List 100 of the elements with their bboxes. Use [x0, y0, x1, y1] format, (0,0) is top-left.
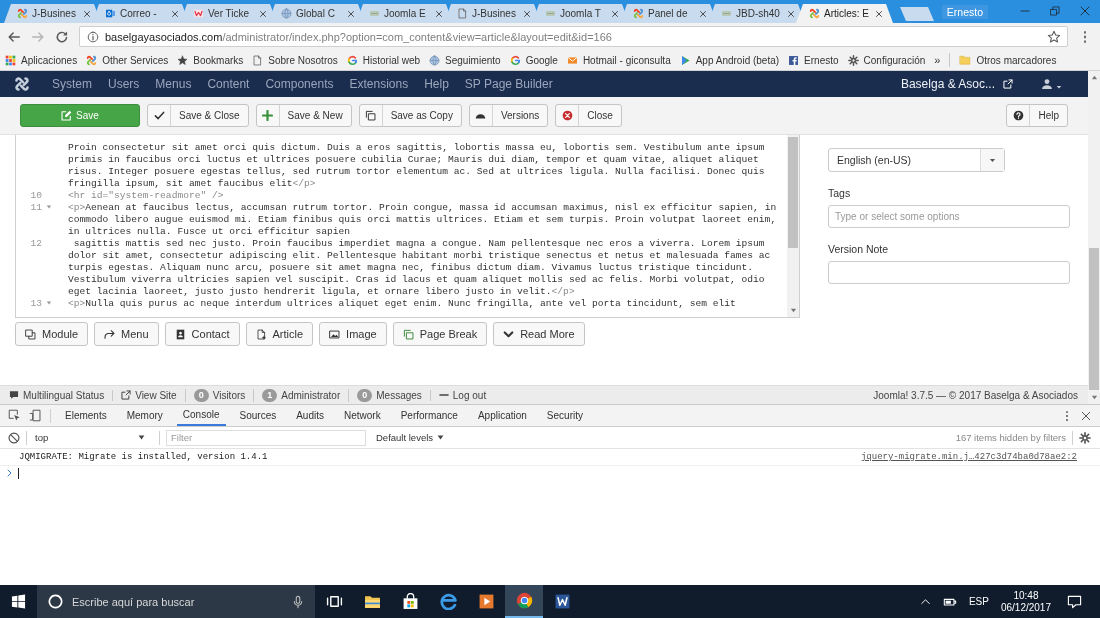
scrollbar-thumb[interactable] — [1089, 248, 1099, 390]
close-icon[interactable] — [875, 9, 883, 18]
toolbar-button[interactable]: Versions — [468, 104, 549, 127]
devtools-tab[interactable]: Memory — [120, 405, 169, 426]
info-icon[interactable] — [87, 30, 99, 43]
fold-arrow-icon[interactable] — [46, 300, 52, 306]
version-note-input[interactable] — [828, 261, 1070, 284]
scrollbar-thumb[interactable] — [788, 137, 798, 248]
address-bar[interactable]: baselgayasociados.com/administrator/index.php?option=com_content&view=article&layout=edit&id=166 — [79, 26, 1068, 47]
bookmark[interactable]: Sobre Nosotros — [252, 54, 338, 66]
back-arrow-icon[interactable] — [7, 29, 21, 44]
bookmark[interactable]: Ernesto — [788, 54, 839, 66]
menu-item[interactable]: SP Page Builder — [464, 77, 553, 91]
menu-item[interactable]: Components — [265, 77, 334, 91]
status-link[interactable]: Log out — [429, 389, 495, 401]
fold-arrow-icon[interactable] — [46, 204, 52, 210]
bookmark[interactable]: Google — [509, 54, 558, 66]
devtools-tab[interactable]: Sources — [233, 405, 283, 426]
bookmark[interactable]: Bookmarks — [177, 54, 244, 66]
scrollbar[interactable] — [787, 135, 799, 317]
editor-button[interactable]: Page Break — [392, 322, 488, 346]
devtools-tab[interactable]: Application — [471, 405, 533, 426]
device-toolbar-icon[interactable] — [29, 409, 42, 422]
help-button[interactable]: Help — [1006, 104, 1068, 127]
bookmark[interactable]: Hotmail - giconsulta — [566, 54, 671, 66]
toolbar-button[interactable]: Save & Close — [147, 104, 249, 127]
close-icon[interactable] — [611, 9, 619, 18]
user-menu-button[interactable] — [1041, 78, 1062, 90]
close-icon[interactable] — [259, 9, 267, 18]
page-scrollbar[interactable] — [1088, 71, 1100, 404]
context-select[interactable]: top — [33, 432, 153, 443]
menu-item[interactable]: Users — [108, 77, 140, 91]
code-editor[interactable] — [15, 135, 800, 318]
bookmark-folder[interactable]: Otros marcadores — [959, 54, 1057, 66]
windows-logo-icon — [11, 594, 26, 609]
gear-icon[interactable] — [1079, 431, 1091, 444]
editor-button[interactable]: Image — [319, 322, 387, 346]
status-link[interactable]: Multilingual Status — [9, 389, 113, 401]
scroll-up-arrow-icon[interactable] — [1090, 74, 1098, 81]
bookmark[interactable]: Aplicaciones — [5, 54, 78, 66]
bookmark[interactable]: Historial web — [346, 54, 421, 66]
close-icon[interactable] — [787, 9, 795, 18]
reload-icon[interactable] — [55, 29, 69, 44]
filter-input[interactable]: Filter — [166, 429, 366, 446]
language-select[interactable]: English (en-US) — [828, 148, 1005, 172]
menu-item[interactable]: System — [52, 77, 92, 91]
menu-item[interactable]: Content — [207, 77, 250, 91]
close-icon[interactable] — [1081, 410, 1091, 421]
close-icon[interactable] — [699, 9, 707, 18]
editor-button[interactable]: Read More — [493, 322, 585, 346]
status-link[interactable]: 0 Messages — [348, 388, 430, 402]
status-link[interactable]: 1 Administrator — [253, 388, 349, 402]
language-indicator[interactable]: ESP — [968, 596, 989, 607]
inspect-icon[interactable] — [8, 409, 21, 422]
clock[interactable]: 10:48 06/12/2017 — [1000, 589, 1051, 614]
bookmark[interactable]: Other Services — [86, 54, 169, 66]
site-link[interactable]: Baselga & Asoc... — [900, 77, 1013, 91]
toolbar-button[interactable]: Save & New — [255, 104, 352, 127]
editor-button[interactable]: Article — [245, 322, 314, 346]
star-outline-icon[interactable] — [1047, 29, 1061, 44]
close-icon[interactable] — [347, 9, 355, 18]
status-link[interactable]: 0 Visitors — [184, 388, 254, 402]
source-link[interactable]: jquery-migrate.min.j…427c3d74ba0d78ae2:2 — [860, 452, 1077, 462]
status-link[interactable]: View Site — [112, 389, 185, 401]
microphone-icon[interactable] — [291, 594, 305, 609]
close-icon[interactable] — [83, 9, 91, 18]
editor-button[interactable]: Contact — [164, 322, 240, 346]
notification-icon[interactable] — [1067, 594, 1082, 609]
joomla-logo-icon — [633, 8, 644, 19]
browser-tab[interactable]: Articles: E — [796, 4, 893, 23]
bookmark[interactable]: Configuración — [847, 54, 926, 66]
devtools-tab[interactable]: Elements — [59, 405, 113, 426]
scroll-down-arrow-icon[interactable] — [1090, 394, 1098, 401]
search-box[interactable]: Escribe aquí para buscar — [37, 585, 315, 618]
log-levels-dropdown[interactable]: Default levels — [376, 432, 445, 443]
joomla-logo-icon[interactable] — [14, 76, 30, 92]
devtools-tab[interactable]: Network — [338, 405, 387, 426]
menu-item[interactable]: Menus — [155, 77, 192, 91]
devtools-tab[interactable]: Performance — [394, 405, 464, 426]
bookmark[interactable]: App Android (beta) — [679, 54, 780, 66]
devtools-tab[interactable]: Console — [176, 405, 226, 426]
more-bookmarks-button[interactable]: » — [934, 54, 941, 66]
devtools-tab[interactable]: Audits — [290, 405, 330, 426]
bookmark[interactable]: Seguimiento — [429, 54, 501, 66]
toolbar-button[interactable]: Close — [555, 104, 622, 127]
scroll-down-arrow-icon[interactable] — [789, 307, 797, 314]
close-icon[interactable] — [435, 9, 443, 18]
close-icon[interactable] — [171, 9, 179, 18]
toolbar-button[interactable]: Save as Copy — [358, 104, 462, 127]
line-number: 12 — [29, 237, 42, 249]
menu-item[interactable]: Help — [424, 77, 449, 91]
tags-input[interactable]: Type or select some options — [828, 205, 1070, 228]
close-icon[interactable] — [523, 9, 531, 18]
menu-item[interactable]: Extensions — [349, 77, 409, 91]
small-logo-icon — [369, 8, 380, 19]
editor-button[interactable]: Menu — [94, 322, 159, 346]
chevron-up-icon[interactable] — [919, 596, 931, 607]
devtools-tab[interactable]: Security — [540, 405, 589, 426]
editor-button[interactable]: Module — [15, 322, 89, 346]
clear-console-icon[interactable] — [8, 431, 20, 444]
